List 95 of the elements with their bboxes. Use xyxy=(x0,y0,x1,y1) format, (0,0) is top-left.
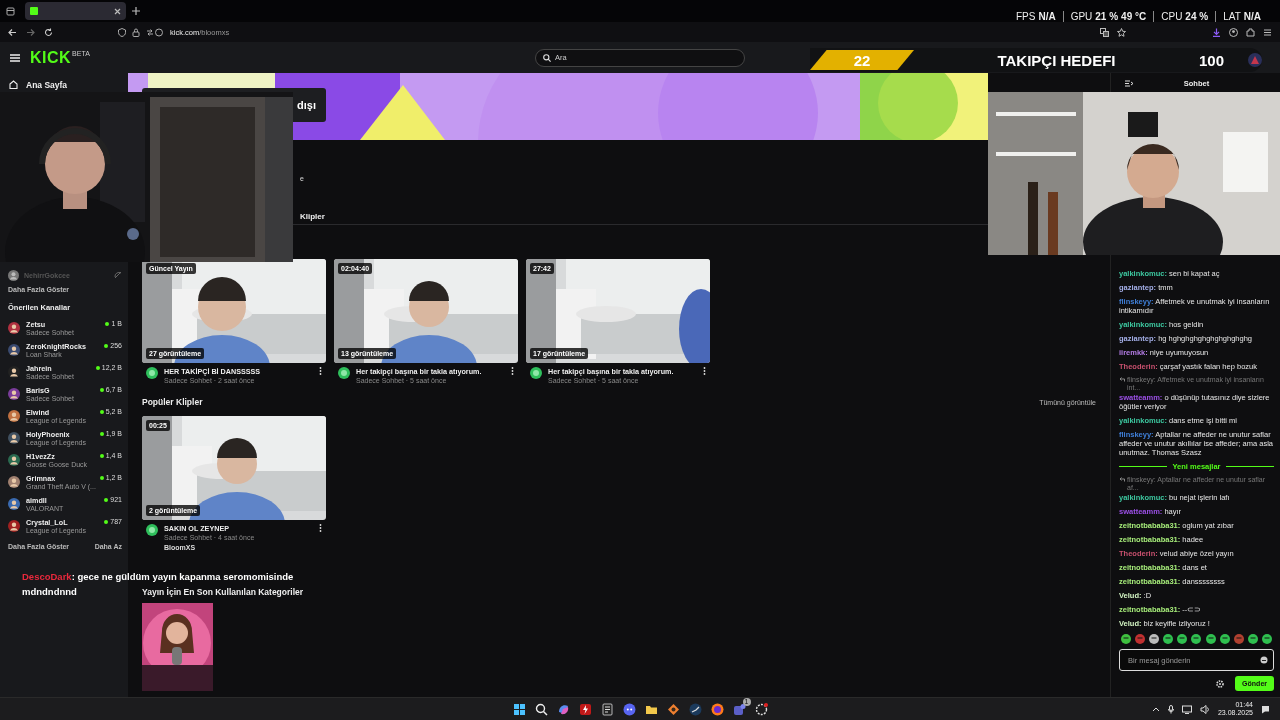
avatar-icon xyxy=(8,322,20,334)
channel-avatar-icon xyxy=(338,367,350,379)
reply-icon xyxy=(1119,476,1125,482)
channel-avatar-icon xyxy=(146,524,158,536)
avatar-icon xyxy=(8,269,19,281)
offline-icon xyxy=(114,271,122,279)
plus-icon[interactable] xyxy=(132,7,140,15)
avatar-icon xyxy=(8,432,20,444)
collapse-icon[interactable] xyxy=(1125,79,1133,87)
goal-count: 22 xyxy=(810,50,914,70)
emote-icon[interactable] xyxy=(1219,634,1230,644)
stat-value: N/A xyxy=(1243,11,1261,22)
settings-icon[interactable] xyxy=(1216,679,1225,688)
live-dot-icon xyxy=(95,365,100,370)
emote-icon[interactable] xyxy=(1163,634,1174,644)
avatar-icon xyxy=(8,454,20,466)
avatar-icon xyxy=(8,520,20,532)
stat-label: CPU xyxy=(1161,11,1183,22)
search-icon xyxy=(543,53,551,62)
live-dot-icon xyxy=(99,409,104,414)
nav-item[interactable]: Ana Sayfa xyxy=(8,78,68,91)
microphone-icon[interactable] xyxy=(1167,704,1174,714)
reply-icon xyxy=(1119,376,1125,382)
avatar-icon xyxy=(8,344,20,356)
forward-icon[interactable] xyxy=(26,27,35,37)
channel-avatar-icon xyxy=(146,367,158,379)
windows-icon[interactable] xyxy=(512,702,526,716)
live-dot-icon xyxy=(99,387,104,392)
tab-list-icon[interactable] xyxy=(6,6,15,16)
section-title: Popüler Klipler xyxy=(142,397,203,407)
emote-icon[interactable] xyxy=(1177,634,1188,644)
lightning-icon[interactable] xyxy=(578,702,592,716)
swirl-icon[interactable] xyxy=(556,702,570,716)
live-dot-icon xyxy=(104,497,109,502)
menu-icon[interactable] xyxy=(10,53,20,62)
stat-value: N/A xyxy=(1038,11,1056,22)
browser-icon[interactable] xyxy=(710,702,724,716)
shield-icon xyxy=(118,27,126,37)
more-icon[interactable] xyxy=(703,367,706,375)
stat-value: 49 °C xyxy=(1121,11,1147,22)
stat-label: GPU xyxy=(1070,11,1093,22)
more-icon[interactable] xyxy=(319,367,322,375)
chat-app-icon[interactable] xyxy=(622,702,636,716)
back-icon[interactable] xyxy=(8,27,17,37)
emote-icon[interactable] xyxy=(1205,634,1216,644)
download-icon[interactable] xyxy=(1212,27,1221,37)
search-icon[interactable] xyxy=(534,702,548,716)
avatar-icon xyxy=(1248,53,1262,67)
goal-title: TAKIPÇI HEDEFI xyxy=(996,51,1117,69)
stat-value: 24 % xyxy=(1185,11,1209,22)
emoji-icon[interactable] xyxy=(1260,656,1268,664)
avatar-icon xyxy=(8,410,20,422)
avatar-icon xyxy=(8,476,20,488)
emote-icon[interactable] xyxy=(1121,634,1131,644)
emote-icon[interactable] xyxy=(1191,634,1202,644)
live-dot-icon xyxy=(99,475,104,480)
live-dot-icon xyxy=(105,321,110,326)
translate-icon[interactable] xyxy=(1100,27,1109,37)
notification-icon[interactable] xyxy=(1261,704,1270,714)
overlay-chat-message: mdndndnnd xyxy=(22,586,77,598)
overlay-chat-message: DescoDark: gece ne güldüm yayın kapanma seromomisinde xyxy=(22,571,294,583)
stat-label: LAT xyxy=(1223,11,1241,22)
home-icon xyxy=(9,80,18,89)
network-icon[interactable] xyxy=(1181,704,1192,714)
live-dot-icon xyxy=(104,519,109,524)
star-icon[interactable] xyxy=(1117,27,1126,37)
section-title: Yayın İçin En Son Kullanılan Kategoriler xyxy=(142,587,304,597)
browser-tab[interactable] xyxy=(25,2,126,20)
chevron-up-icon[interactable] xyxy=(1151,706,1160,712)
extensions-icon[interactable] xyxy=(1246,27,1255,37)
lock-icon xyxy=(132,27,140,37)
stat-value: 21 % xyxy=(1095,11,1119,22)
avatar-icon xyxy=(8,388,20,400)
reload-icon[interactable] xyxy=(44,27,53,37)
gear-app-icon[interactable] xyxy=(754,702,768,716)
avatar-icon xyxy=(8,366,20,378)
more-icon[interactable] xyxy=(319,524,322,532)
avatar-icon xyxy=(8,498,20,510)
live-dot-icon xyxy=(99,453,104,458)
permissions-icon xyxy=(146,27,164,37)
live-dot-icon xyxy=(99,431,104,436)
emote-icon[interactable] xyxy=(1261,634,1272,644)
kick-favicon-icon xyxy=(30,7,38,15)
tab[interactable]: Klipler xyxy=(300,210,325,222)
live-dot-icon xyxy=(104,343,109,348)
close-icon[interactable] xyxy=(114,7,121,15)
emote-icon[interactable] xyxy=(1149,634,1160,644)
more-icon[interactable] xyxy=(511,367,514,375)
goal-target: 100 xyxy=(1198,51,1224,69)
menu-icon[interactable] xyxy=(1263,27,1272,37)
account-icon[interactable] xyxy=(1229,27,1238,37)
stat-label: FPS xyxy=(1015,11,1036,22)
volume-icon[interactable] xyxy=(1199,704,1210,714)
emote-icon[interactable] xyxy=(1247,634,1258,644)
channel-avatar-icon xyxy=(530,367,542,379)
